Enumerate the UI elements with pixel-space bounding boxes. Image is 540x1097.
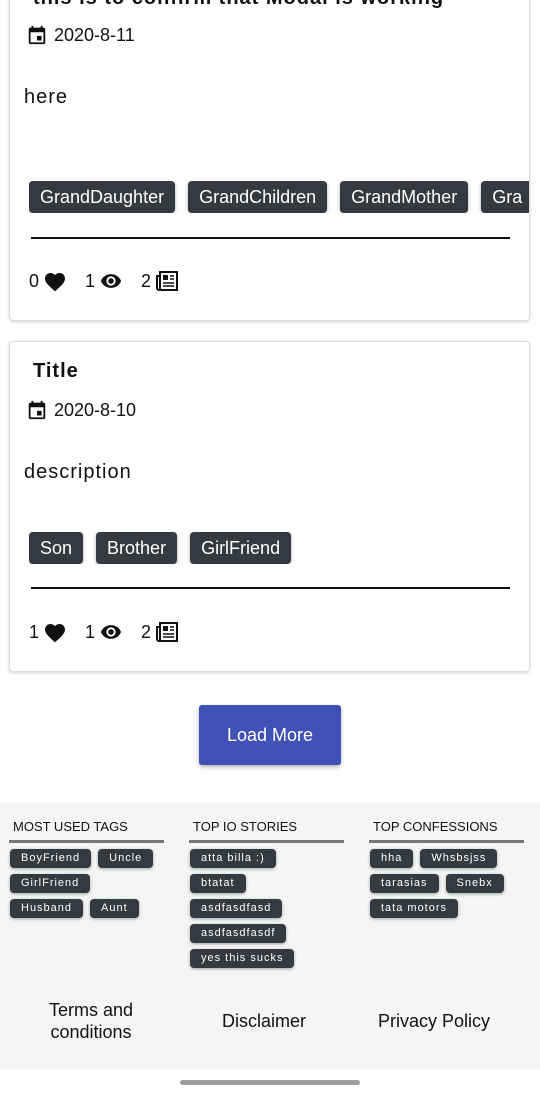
newspaper-icon[interactable] [155,270,179,292]
newspaper-icon[interactable] [155,621,179,643]
post-date: 2020-8-11 [54,24,135,45]
confession-link-chip[interactable]: tarasias [370,874,439,893]
most-used-tags-heading: MOST USED TAGS [9,819,164,843]
privacy-policy-link[interactable]: Privacy Policy [368,1011,500,1032]
home-indicator[interactable] [180,1080,360,1085]
tag-chip[interactable]: Gra [481,181,529,213]
story-link-chip[interactable]: yes this sucks [190,949,295,968]
tag-chip[interactable]: GrandMother [340,181,469,213]
story-link-chip[interactable]: btatat [190,874,246,893]
confession-link-chip[interactable]: Whsbsjss [420,849,498,868]
heart-icon[interactable] [43,621,67,643]
comment-count: 2 [141,270,152,291]
tag-chip[interactable]: GrandChildren [188,181,328,213]
post-date: 2020-8-10 [54,399,137,420]
view-count: 1 [85,270,96,291]
post-date-row: 2020-8-11 [26,24,135,46]
heart-icon[interactable] [43,270,67,292]
post-card[interactable]: this is to confirm that Modal is working… [9,0,530,321]
confession-link-chip[interactable]: hha [370,849,414,868]
view-stat: 1 [85,621,123,643]
top-confessions-heading: TOP CONFESSIONS [369,819,524,843]
calendar-icon [28,400,46,420]
post-card[interactable]: Title 2020-8-10 description Son Brother … [9,341,530,672]
calendar-icon [28,25,46,45]
footer: MOST USED TAGS BoyFriend Uncle GirlFrien… [0,803,540,1069]
post-date-row: 2020-8-10 [26,399,136,421]
footer-tag-chip[interactable]: Husband [10,899,84,918]
comment-stat[interactable]: 2 [141,621,179,643]
tag-chip[interactable]: Brother [96,532,178,564]
like-count: 1 [29,621,40,642]
tag-chip[interactable]: GirlFriend [190,532,292,564]
footer-tag-chip[interactable]: BoyFriend [10,849,92,868]
most-used-tags-section: MOST USED TAGS BoyFriend Uncle GirlFrien… [9,819,164,924]
top-io-stories-section: TOP IO STORIES atta billa :) btatat asdf… [189,819,344,974]
divider [31,237,510,239]
post-stats: 0 1 2 [29,270,197,292]
top-confessions-section: TOP CONFESSIONS hha Whsbsjss tarasias Sn… [369,819,524,924]
tag-chip[interactable]: GrandDaughter [29,181,176,213]
confession-link-chip[interactable]: tata motors [370,899,459,918]
post-stats: 1 1 2 [29,621,197,643]
post-tags: Son Brother GirlFriend [29,532,529,564]
footer-tag-chip[interactable]: GirlFriend [10,874,91,893]
like-stat[interactable]: 0 [29,270,67,292]
tag-chip[interactable]: Son [29,532,84,564]
post-title[interactable]: this is to confirm that Modal is working [33,0,444,10]
comment-count: 2 [141,621,152,642]
post-description: here [24,86,69,108]
view-stat: 1 [85,270,123,292]
like-stat[interactable]: 1 [29,621,67,643]
footer-tag-chip[interactable]: Aunt [90,899,139,918]
divider [31,587,510,589]
eye-icon [100,274,122,288]
top-io-stories-heading: TOP IO STORIES [189,819,344,843]
post-tags: GrandDaughter GrandChildren GrandMother … [29,181,529,213]
story-link-chip[interactable]: asdfasdfasdf [190,924,287,943]
comment-stat[interactable]: 2 [141,270,179,292]
post-title[interactable]: Title [33,360,79,383]
story-link-chip[interactable]: atta billa :) [190,849,276,868]
view-count: 1 [85,621,96,642]
load-more-button[interactable]: Load More [199,705,341,765]
confession-link-chip[interactable]: Snebx [445,874,504,893]
terms-link[interactable]: Terms and conditions [36,999,146,1043]
like-count: 0 [29,270,40,291]
footer-tag-chip[interactable]: Uncle [98,849,154,868]
story-link-chip[interactable]: asdfasdfasd [190,899,283,918]
disclaimer-link[interactable]: Disclaimer [200,1011,328,1032]
post-description: description [24,461,132,483]
eye-icon [100,625,122,639]
